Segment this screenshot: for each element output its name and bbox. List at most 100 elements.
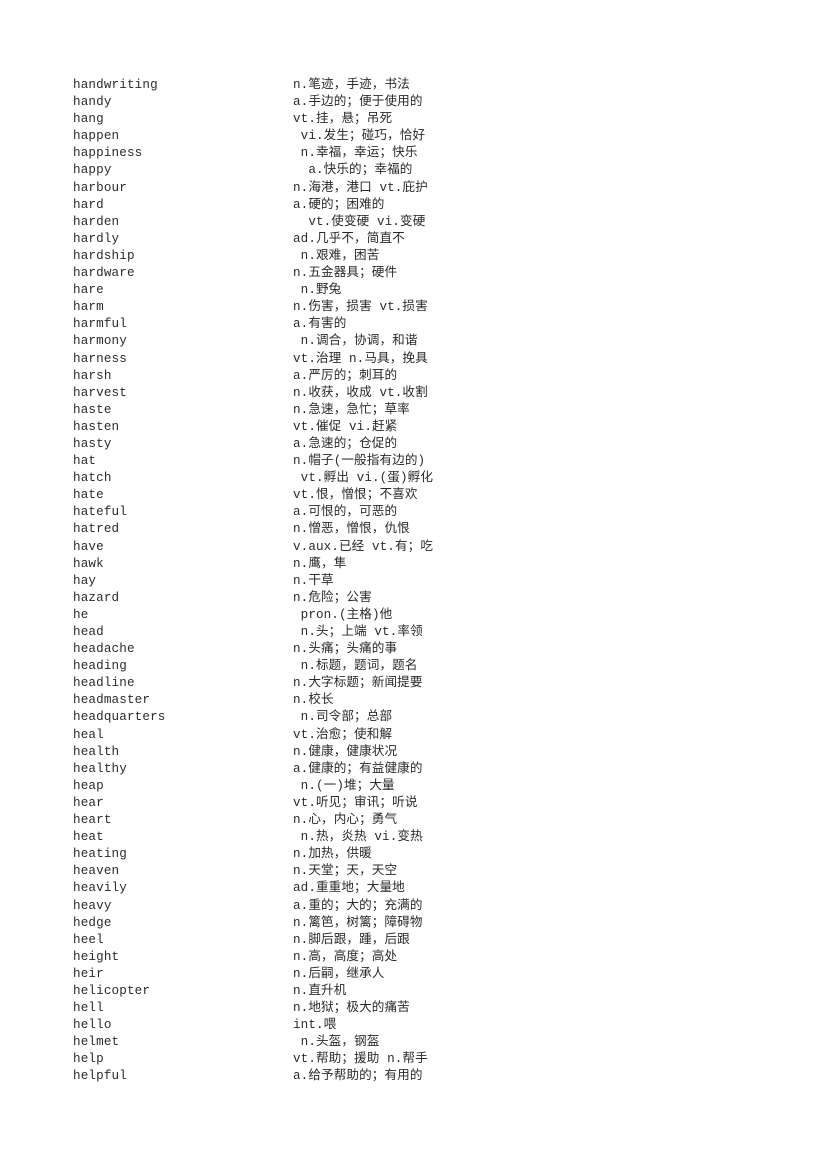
entry-definition: n.收获，收成 vt.收割 [293,385,428,400]
vocabulary-entry: harmful a.有害的 [0,316,827,333]
vocabulary-entry: hard a.硬的；困难的 [0,197,827,214]
entry-definition: n.健康，健康状况 [293,744,398,759]
entry-definition: n.头痛；头痛的事 [293,642,398,657]
entry-word: heal [73,727,104,742]
vocabulary-entry: headmaster n.校长 [0,692,827,709]
entry-definition: n.帽子(一般指有边的) [293,454,426,469]
entry-word: hateful [73,505,127,520]
entry-word: hasten [73,419,120,434]
entry-definition: n.(一)堆；大量 [293,778,395,793]
entry-word: harden [73,214,120,229]
entry-definition: a.重的；大的；充满的 [293,898,423,913]
vocabulary-entry: hedge n.篱笆，树篱；障碍物 [0,915,827,932]
vocabulary-entry: happiness n.幸福，幸运；快乐 [0,145,827,162]
entry-definition: a.手边的；便于使用的 [293,95,423,110]
entry-definition: vt.治理 n.马具，挽具 [293,351,428,366]
entry-definition: n.憎恶，憎恨，仇恨 [293,522,410,537]
entry-definition: n.篱笆，树篱；障碍物 [293,915,423,930]
entry-definition: n.干草 [293,573,334,588]
vocabulary-entry: heir n.后嗣，继承人 [0,966,827,983]
vocabulary-entry: height n.高，高度；高处 [0,949,827,966]
entry-definition: int.喂 [293,1018,337,1033]
entry-definition: n.热，炎热 vi.变热 [293,830,423,845]
entry-word: harness [73,351,127,366]
vocabulary-entry: hate vt.恨，憎恨；不喜欢 [0,487,827,504]
entry-word: helmet [73,1035,120,1050]
document-page: handwriting n.笔迹，手迹，书法 handy a.手边的；便于使用的 han… [0,0,827,1170]
entry-definition: a.健康的；有益健康的 [293,761,423,776]
entry-word: happiness [73,146,143,161]
entry-definition: n.鹰，隼 [293,556,347,571]
entry-definition: vt.孵出 vi.(蛋)孵化 [293,471,434,486]
vocabulary-entry: hasten vt.催促 vi.赶紧 [0,419,827,436]
entry-word: helicopter [73,983,151,998]
entry-definition: n.危险；公害 [293,590,372,605]
vocabulary-entry: headache n.头痛；头痛的事 [0,641,827,658]
vocabulary-entry: heart n.心，内心；勇气 [0,812,827,829]
entry-definition: n.头；上端 vt.率领 [293,625,423,639]
entry-word: harm [73,300,104,315]
vocabulary-entry: hateful a.可恨的，可恶的 [0,504,827,521]
vocabulary-entry-list: handwriting n.笔迹，手迹，书法 handy a.手边的；便于使用的 han… [0,77,827,1086]
entry-definition: n.后嗣，继承人 [293,966,385,981]
vocabulary-entry: heavily ad.重重地；大量地 [0,880,827,897]
entry-definition: vt.催促 vi.赶紧 [293,419,398,434]
vocabulary-entry: headquarters n.司令部；总部 [0,709,827,726]
entry-word: hear [73,795,104,810]
entry-word: harvest [73,385,127,400]
entry-word: hate [73,488,104,503]
vocabulary-entry: heavy a.重的；大的；充满的 [0,898,827,915]
vocabulary-entry: hell n.地狱；极大的痛苦 [0,1000,827,1017]
entry-word: headmaster [73,693,151,708]
entry-word: helpful [73,1069,127,1084]
entry-word: height [73,949,120,964]
vocabulary-entry: hawk n.鹰，隼 [0,556,827,573]
vocabulary-entry: heaven n.天堂；天，天空 [0,863,827,880]
vocabulary-entry: headline n.大字标题；新闻提要 [0,675,827,692]
entry-definition: vt.使变硬 vi.变硬 [293,214,426,229]
vocabulary-entry: haste n.急速，急忙；草率 [0,402,827,419]
vocabulary-entry: healthy a.健康的；有益健康的 [0,761,827,778]
entry-word: heel [73,932,104,947]
entry-definition: n.幸福，幸运；快乐 [293,146,418,161]
entry-word: hedge [73,915,112,930]
vocabulary-entry: hear vt.听见；审讯；听说 [0,795,827,812]
entry-word: head [73,625,104,639]
entry-word: hasty [73,436,112,451]
entry-definition: n.急速，急忙；草率 [293,402,410,417]
entry-definition: n.校长 [293,693,334,708]
entry-word: hawk [73,556,104,571]
entry-word: headline [73,676,135,691]
entry-definition: a.给予帮助的；有用的 [293,1069,423,1084]
entry-word: hello [73,1018,112,1033]
vocabulary-entry: harden vt.使变硬 vi.变硬 [0,214,827,231]
entry-definition: n.五金器具；硬件 [293,266,398,281]
entry-word: he [73,607,89,622]
vocabulary-entry: heating n.加热，供暖 [0,846,827,863]
entry-definition: n.海港，港口 vt.庇护 [293,180,428,195]
entry-definition: a.硬的；困难的 [293,197,385,212]
entry-definition: vt.挂，悬；吊死 [293,112,393,127]
vocabulary-entry: harness vt.治理 n.马具，挽具 [0,351,827,368]
entry-word: heavy [73,898,112,913]
entry-definition: n.伤害，损害 vt.损害 [293,300,428,315]
entry-definition: vt.听见；审讯；听说 [293,795,418,810]
entry-definition: n.司令部；总部 [293,710,393,725]
vocabulary-entry: harmony n.调合，协调，和谐 [0,333,827,350]
vocabulary-entry: harm n.伤害，损害 vt.损害 [0,299,827,316]
entry-definition: n.调合，协调，和谐 [293,334,418,349]
entry-word: heating [73,847,127,862]
vocabulary-entry: harvest n.收获，收成 vt.收割 [0,385,827,402]
entry-definition: n.标题，题词，题名 [293,659,418,674]
entry-word: heavily [73,881,127,896]
entry-word: handy [73,95,112,110]
entry-definition: ad.重重地；大量地 [293,881,405,896]
entry-word: handwriting [73,78,158,92]
entry-word: have [73,539,104,554]
entry-definition: n.心，内心；勇气 [293,813,398,828]
vocabulary-entry: he pron.(主格)他 [0,607,827,624]
vocabulary-entry: happen vi.发生；碰巧，恰好 [0,128,827,145]
vocabulary-entry: helmet n.头盔，钢盔 [0,1034,827,1051]
entry-word: hardship [73,248,135,263]
entry-definition: n.脚后跟，踵，后跟 [293,932,410,947]
